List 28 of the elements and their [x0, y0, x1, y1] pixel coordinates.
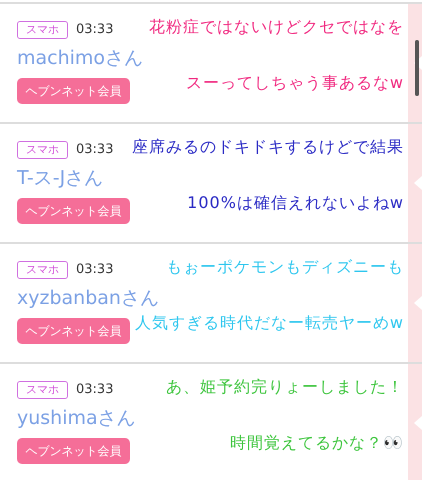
overlay-comment: 座席みるのドキドキするけどで結果	[132, 136, 404, 158]
member-button[interactable]: ヘブンネット会員	[17, 318, 130, 344]
post-time: 03:33	[76, 21, 114, 40]
overlay-comment: 花粉症ではないけどクセではなを	[149, 16, 404, 38]
overlay-comment: 100%は確信えれないよねw	[187, 192, 404, 214]
device-badge: スマホ	[17, 141, 68, 159]
overlay-comment: もぉーポケモンもディズニーも	[166, 256, 404, 278]
device-badge: スマホ	[17, 381, 68, 399]
post-time: 03:33	[76, 381, 114, 400]
device-badge: スマホ	[17, 261, 68, 279]
overlay-comment: あ、姫予約完りょーしました！	[166, 376, 404, 398]
overlay-comment: 人気すぎる時代だなー転売ヤーめw	[134, 312, 404, 334]
member-button[interactable]: ヘブンネット会員	[17, 438, 130, 464]
overlay-comment: スーってしちゃう事あるなw	[186, 72, 404, 94]
member-button[interactable]: ヘブンネット会員	[17, 78, 130, 104]
user-name[interactable]: yushimaさん	[17, 406, 136, 430]
scrollbar[interactable]	[415, 40, 419, 96]
overlay-comment: 時間覚えてるかな？👀	[230, 432, 404, 454]
member-button[interactable]: ヘブンネット会員	[17, 198, 130, 224]
user-name[interactable]: T-ス-Jさん	[17, 166, 104, 190]
notch-icon	[414, 296, 422, 310]
user-name[interactable]: xyzbanbanさん	[17, 286, 159, 310]
notch-icon	[414, 176, 422, 190]
notch-icon	[414, 416, 422, 430]
post-time: 03:33	[76, 261, 114, 280]
device-badge: スマホ	[17, 21, 68, 39]
post-time: 03:33	[76, 141, 114, 160]
user-name[interactable]: machimoさん	[17, 46, 144, 70]
